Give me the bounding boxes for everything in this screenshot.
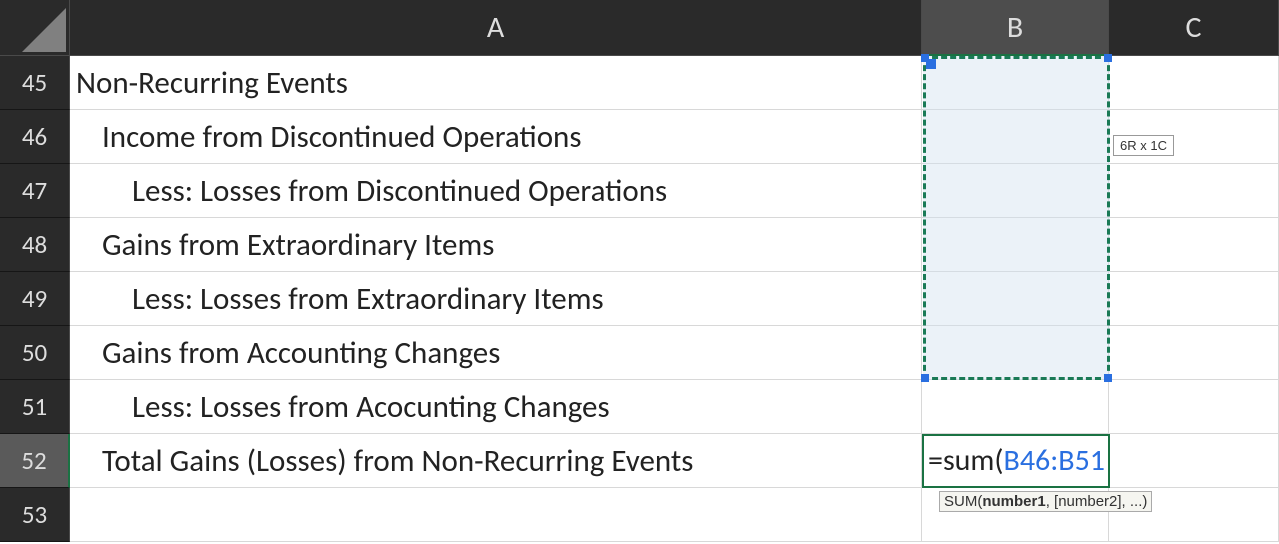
row-header-53[interactable]: 53 [0,488,70,542]
cell-C52[interactable] [1109,434,1279,488]
cell-B51[interactable] [922,380,1109,434]
cell-B45[interactable] [922,56,1109,110]
cell-C47[interactable] [1109,164,1279,218]
formula-prefix: =sum( [928,442,1004,479]
cell-C48[interactable] [1109,218,1279,272]
row-header-51[interactable]: 51 [0,380,70,434]
cell-B47[interactable] [922,164,1109,218]
cell-A51[interactable]: Less: Losses from Acocunting Changes [70,380,922,434]
row-header-49[interactable]: 49 [0,272,70,326]
formula-input[interactable]: =sum(B46:B51 [928,442,1105,479]
cell-A48[interactable]: Gains from Extraordinary Items [70,218,922,272]
row-header-45[interactable]: 45 [0,56,70,110]
col-header-A[interactable]: A [70,0,922,56]
cell-C50[interactable] [1109,326,1279,380]
cell-B52[interactable]: =sum(B46:B51 [922,434,1109,488]
cell-C51[interactable] [1109,380,1279,434]
cell-C45[interactable] [1109,56,1279,110]
row-header-48[interactable]: 48 [0,218,70,272]
cell-A53[interactable] [70,488,922,542]
cell-A46[interactable]: Income from Discontinued Operations [70,110,922,164]
select-all-corner[interactable] [0,0,70,56]
col-header-C[interactable]: C [1109,0,1279,56]
cell-A45[interactable]: Non-Recurring Events [70,56,922,110]
cell-B50[interactable] [922,326,1109,380]
tooltip-fn[interactable]: SUM( [944,493,982,510]
formula-tooltip[interactable]: SUM(number1, [number2], ...) [939,491,1152,512]
formula-range-ref: B46:B51 [1004,442,1105,479]
cell-A50[interactable]: Gains from Accounting Changes [70,326,922,380]
row-header-47[interactable]: 47 [0,164,70,218]
cell-A47[interactable]: Less: Losses from Discontinued Operation… [70,164,922,218]
cell-A49[interactable]: Less: Losses from Extraordinary Items [70,272,922,326]
cell-C49[interactable] [1109,272,1279,326]
row-header-46[interactable]: 46 [0,110,70,164]
cell-B46[interactable] [922,110,1109,164]
selection-size-hint: 6R x 1C [1113,135,1174,156]
col-header-B[interactable]: B [922,0,1109,56]
row-header-50[interactable]: 50 [0,326,70,380]
cell-B49[interactable] [922,272,1109,326]
cell-B48[interactable] [922,218,1109,272]
row-header-52[interactable]: 52 [0,434,70,488]
tooltip-arg-bold[interactable]: number1 [982,493,1045,510]
cell-A52[interactable]: Total Gains (Losses) from Non-Recurring … [70,434,922,488]
tooltip-rest: , [number2], ...) [1046,493,1148,510]
